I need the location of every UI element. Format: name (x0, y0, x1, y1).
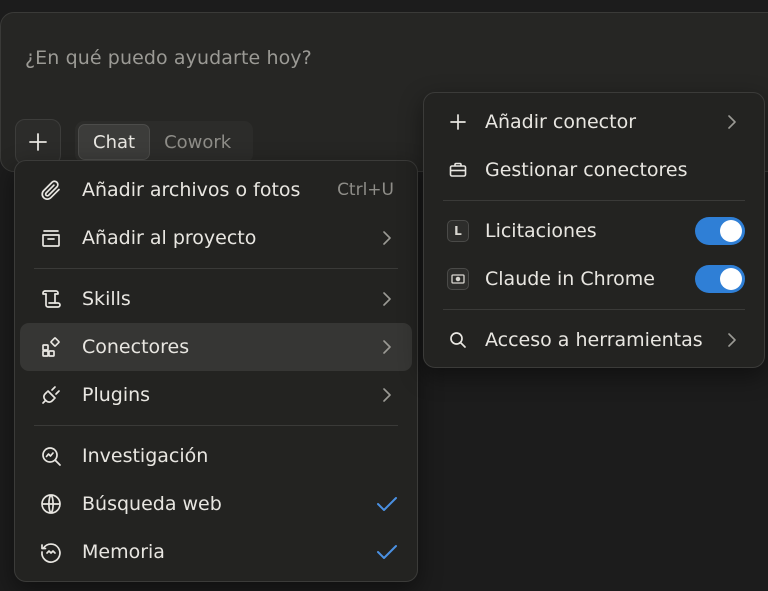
tab-cowork[interactable]: Cowork (150, 124, 245, 160)
menu-item-add-files[interactable]: Añadir archivos o fotos Ctrl+U (20, 166, 412, 214)
connectors-submenu: Añadir conector Gestionar conectores L L… (423, 92, 765, 368)
claude-in-chrome-toggle[interactable] (695, 265, 745, 293)
toggle-knob (720, 220, 742, 242)
plus-icon (29, 133, 47, 151)
menu-item-label: Añadir conector (485, 111, 637, 133)
menu-item-label: Acceso a herramientas (485, 329, 703, 351)
menu-item-research[interactable]: Investigación (20, 432, 412, 480)
scroll-icon (38, 286, 64, 312)
chrome-icon (447, 266, 469, 292)
attach-menu: Añadir archivos o fotos Ctrl+U Añadir al… (14, 160, 418, 582)
check-icon (374, 491, 400, 517)
check-icon (374, 539, 400, 565)
paperclip-icon (38, 177, 64, 203)
menu-divider (443, 200, 745, 201)
menu-item-label: Licitaciones (485, 220, 597, 242)
chevron-right-icon (380, 231, 394, 245)
menu-item-label: Conectores (82, 336, 190, 358)
menu-item-connectors[interactable]: Conectores (20, 323, 412, 371)
menu-item-label: Añadir archivos o fotos (82, 179, 301, 201)
chevron-right-icon (380, 292, 394, 306)
briefcase-icon (447, 157, 469, 183)
menu-item-manage-connectors[interactable]: Gestionar conectores (429, 146, 759, 194)
menu-item-plugins[interactable]: Plugins (20, 371, 412, 419)
menu-item-claude-in-chrome[interactable]: Claude in Chrome (429, 255, 759, 303)
menu-item-label: Gestionar conectores (485, 159, 688, 181)
menu-item-label: Búsqueda web (82, 493, 222, 515)
menu-divider (443, 309, 745, 310)
chevron-right-icon (725, 333, 739, 347)
tab-chat[interactable]: Chat (78, 124, 151, 160)
letter-l-icon: L (447, 218, 469, 244)
project-icon (38, 225, 64, 251)
menu-item-label: Investigación (82, 445, 209, 467)
chevron-right-icon (380, 340, 394, 354)
app-stage: ¿En qué puedo ayudarte hoy? Chat Cowork … (0, 0, 768, 591)
add-button[interactable] (15, 119, 61, 165)
mode-switcher: Chat Cowork (75, 121, 253, 163)
chevron-right-icon (725, 115, 739, 129)
menu-divider (34, 268, 398, 269)
globe-icon (38, 491, 64, 517)
research-icon (38, 443, 64, 469)
search-icon (447, 327, 469, 353)
menu-item-memory[interactable]: Memoria (20, 528, 412, 576)
menu-item-label: Skills (82, 288, 131, 310)
blocks-icon (38, 334, 64, 360)
memory-icon (38, 539, 64, 565)
menu-item-label: Añadir al proyecto (82, 227, 257, 249)
chevron-right-icon (380, 388, 394, 402)
toggle-knob (720, 268, 742, 290)
menu-item-web-search[interactable]: Búsqueda web (20, 480, 412, 528)
menu-item-add-project[interactable]: Añadir al proyecto (20, 214, 412, 262)
menu-item-label: Plugins (82, 384, 151, 406)
menu-item-skills[interactable]: Skills (20, 275, 412, 323)
composer-input[interactable]: ¿En qué puedo ayudarte hoy? (25, 47, 312, 69)
menu-item-licitaciones[interactable]: L Licitaciones (429, 207, 759, 255)
shortcut-hint: Ctrl+U (337, 180, 394, 200)
menu-item-label: Memoria (82, 541, 165, 563)
plus-icon (447, 109, 469, 135)
licitaciones-toggle[interactable] (695, 217, 745, 245)
menu-item-tool-access[interactable]: Acceso a herramientas (429, 316, 759, 364)
menu-item-add-connector[interactable]: Añadir conector (429, 98, 759, 146)
menu-divider (34, 425, 398, 426)
menu-item-label: Claude in Chrome (485, 268, 655, 290)
plug-icon (38, 382, 64, 408)
